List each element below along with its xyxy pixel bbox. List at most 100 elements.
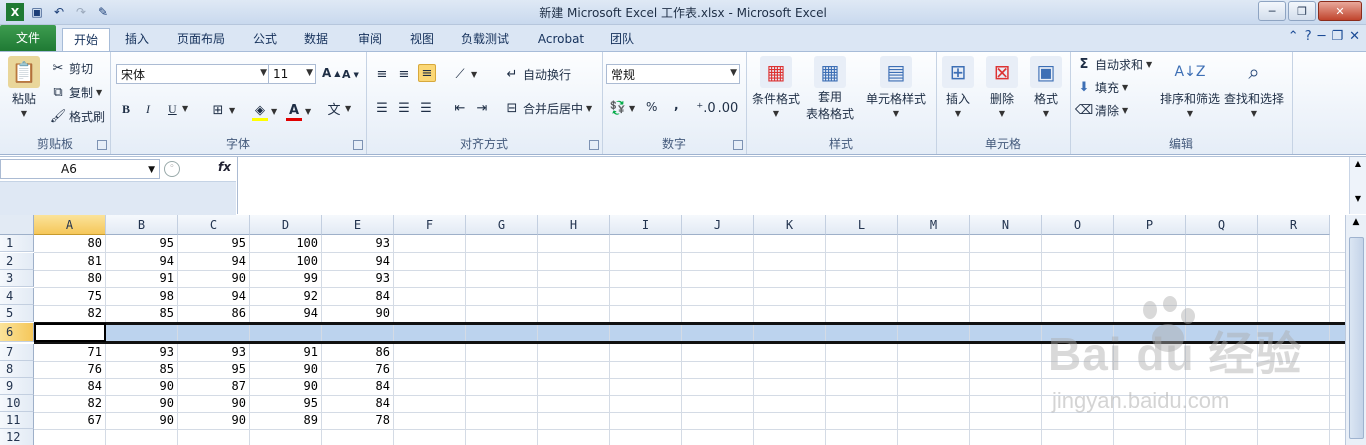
copy-button[interactable]: ⧉ 复制 ▼ bbox=[50, 84, 102, 101]
column-header-f[interactable]: F bbox=[394, 215, 466, 235]
formula-input[interactable] bbox=[237, 157, 1348, 214]
cell-c11[interactable]: 90 bbox=[178, 412, 250, 429]
tab-view[interactable]: 视图 bbox=[400, 28, 444, 50]
cell-b2[interactable]: 94 bbox=[106, 253, 178, 270]
row-header-12[interactable]: 12 bbox=[0, 429, 34, 445]
sort-filter-button[interactable]: A↓Z 排序和筛选 ▼ bbox=[1160, 56, 1220, 118]
phonetic-button[interactable]: 文 ▼ bbox=[326, 100, 351, 118]
column-header-m[interactable]: M bbox=[898, 215, 970, 235]
dialog-launcher-icon[interactable] bbox=[97, 140, 107, 150]
cell-a3[interactable]: 80 bbox=[34, 270, 106, 287]
cell-b9[interactable]: 90 bbox=[106, 378, 178, 395]
row-header-8[interactable]: 8 bbox=[0, 361, 34, 378]
align-bottom-button[interactable]: ≡ bbox=[418, 64, 436, 82]
fill-button[interactable]: ⬇ 填充 ▼ bbox=[1076, 79, 1129, 96]
cell-e7[interactable]: 86 bbox=[322, 344, 394, 361]
scroll-up-icon[interactable]: ▲ bbox=[1350, 159, 1366, 168]
cell-d7[interactable]: 91 bbox=[250, 344, 322, 361]
find-select-button[interactable]: ⌕ 查找和选择 ▼ bbox=[1224, 56, 1284, 118]
cell-e11[interactable]: 78 bbox=[322, 412, 394, 429]
cell-a4[interactable]: 75 bbox=[34, 288, 106, 305]
tab-page-layout[interactable]: 页面布局 bbox=[168, 28, 234, 50]
align-center-button[interactable]: ☰ bbox=[396, 100, 412, 116]
cell-d4[interactable]: 92 bbox=[250, 288, 322, 305]
cell-e1[interactable]: 93 bbox=[322, 235, 394, 252]
font-size-select[interactable]: 11 ▼ bbox=[268, 64, 316, 84]
minimize-ribbon-icon[interactable]: ⌃ bbox=[1288, 29, 1299, 44]
column-header-d[interactable]: D bbox=[250, 215, 322, 235]
column-header-l[interactable]: L bbox=[826, 215, 898, 235]
select-all-corner[interactable] bbox=[0, 215, 34, 235]
cell-e9[interactable]: 84 bbox=[322, 378, 394, 395]
workbook-restore-icon[interactable]: ❐ bbox=[1331, 29, 1343, 44]
underline-dropdown[interactable]: ▼ bbox=[182, 104, 188, 113]
row-header-4[interactable]: 4 bbox=[0, 287, 34, 305]
clear-button[interactable]: ⌫ 清除 ▼ bbox=[1075, 102, 1128, 119]
active-cell-a6[interactable] bbox=[34, 323, 106, 342]
cell-a9[interactable]: 84 bbox=[34, 378, 106, 395]
close-button[interactable]: ✕ bbox=[1318, 1, 1362, 21]
number-format-select[interactable]: 常规 ▼ bbox=[606, 64, 740, 84]
minimize-button[interactable]: ─ bbox=[1258, 1, 1286, 21]
column-header-k[interactable]: K bbox=[754, 215, 826, 235]
column-header-c[interactable]: C bbox=[178, 215, 250, 235]
decrease-decimal-button[interactable]: .00 bbox=[718, 100, 739, 116]
cell-a1[interactable]: 80 bbox=[34, 235, 106, 252]
cell-c9[interactable]: 87 bbox=[178, 378, 250, 395]
column-header-j[interactable]: J bbox=[682, 215, 754, 235]
font-name-select[interactable]: 宋体 ▼ bbox=[116, 64, 270, 84]
row-header-10[interactable]: 10 bbox=[0, 395, 34, 412]
cell-e4[interactable]: 84 bbox=[322, 288, 394, 305]
row-header-6[interactable]: 6 bbox=[0, 323, 34, 342]
format-painter-button[interactable]: 🖌 格式刷 bbox=[50, 108, 105, 125]
column-header-r[interactable]: R bbox=[1258, 215, 1330, 235]
cell-b5[interactable]: 85 bbox=[106, 305, 178, 322]
cell-d10[interactable]: 95 bbox=[250, 395, 322, 412]
dialog-launcher-icon[interactable] bbox=[589, 140, 599, 150]
column-header-q[interactable]: Q bbox=[1186, 215, 1258, 235]
cell-c7[interactable]: 93 bbox=[178, 344, 250, 361]
merge-center-button[interactable]: ⊟ 合并后居中 ▼ bbox=[504, 100, 593, 117]
fill-color-button[interactable]: ◈ ▼ bbox=[252, 102, 277, 121]
delete-cells-button[interactable]: ⊠ 删除 ▼ bbox=[986, 56, 1018, 118]
cut-button[interactable]: ✂ 剪切 bbox=[50, 60, 93, 77]
tab-home[interactable]: 开始 bbox=[62, 28, 110, 51]
cell-a11[interactable]: 67 bbox=[34, 412, 106, 429]
cell-a8[interactable]: 76 bbox=[34, 361, 106, 378]
cell-d11[interactable]: 89 bbox=[250, 412, 322, 429]
comma-style-button[interactable]: , bbox=[674, 98, 679, 112]
grow-font-button[interactable]: A ▲ bbox=[322, 66, 340, 80]
cell-b3[interactable]: 91 bbox=[106, 270, 178, 287]
cell-c5[interactable]: 86 bbox=[178, 305, 250, 322]
column-header-i[interactable]: I bbox=[610, 215, 682, 235]
tab-file[interactable]: 文件 bbox=[0, 25, 56, 51]
align-top-button[interactable]: ≡ bbox=[374, 66, 390, 82]
decrease-indent-button[interactable]: ⇤ bbox=[452, 100, 468, 116]
cell-a10[interactable]: 82 bbox=[34, 395, 106, 412]
scroll-up-icon[interactable]: ▲ bbox=[1349, 217, 1363, 231]
percent-style-button[interactable]: % bbox=[646, 100, 657, 114]
cell-d3[interactable]: 99 bbox=[250, 270, 322, 287]
row-header-1[interactable]: 1 bbox=[0, 235, 34, 252]
conditional-formatting-button[interactable]: ▦ 条件格式 ▼ bbox=[752, 56, 800, 118]
tab-team[interactable]: 团队 bbox=[602, 28, 642, 50]
italic-button[interactable]: I bbox=[146, 102, 150, 117]
scroll-down-icon[interactable]: ▼ bbox=[1350, 194, 1366, 203]
cell-b7[interactable]: 93 bbox=[106, 344, 178, 361]
worksheet-grid[interactable]: ABCDEFGHIJKLMNOPQR 1 2 3 4 5 6 7 8 9 10 11 12 80 95 9… bbox=[0, 215, 1366, 445]
restore-button[interactable]: ❐ bbox=[1288, 1, 1316, 21]
align-right-button[interactable]: ☰ bbox=[418, 100, 434, 116]
insert-cells-button[interactable]: ⊞ 插入 ▼ bbox=[942, 56, 974, 118]
cell-e8[interactable]: 76 bbox=[322, 361, 394, 378]
tab-load-test[interactable]: 负载测试 bbox=[452, 28, 518, 50]
cell-a7[interactable]: 71 bbox=[34, 344, 106, 361]
cell-a5[interactable]: 82 bbox=[34, 305, 106, 322]
cell-c4[interactable]: 94 bbox=[178, 288, 250, 305]
accounting-format-button[interactable]: 💱 ▼ bbox=[610, 100, 635, 116]
cell-a2[interactable]: 81 bbox=[34, 253, 106, 270]
cell-d8[interactable]: 90 bbox=[250, 361, 322, 378]
scroll-thumb[interactable] bbox=[1349, 237, 1364, 439]
insert-function-button[interactable]: fx bbox=[218, 160, 231, 174]
cell-d5[interactable]: 94 bbox=[250, 305, 322, 322]
column-header-g[interactable]: G bbox=[466, 215, 538, 235]
